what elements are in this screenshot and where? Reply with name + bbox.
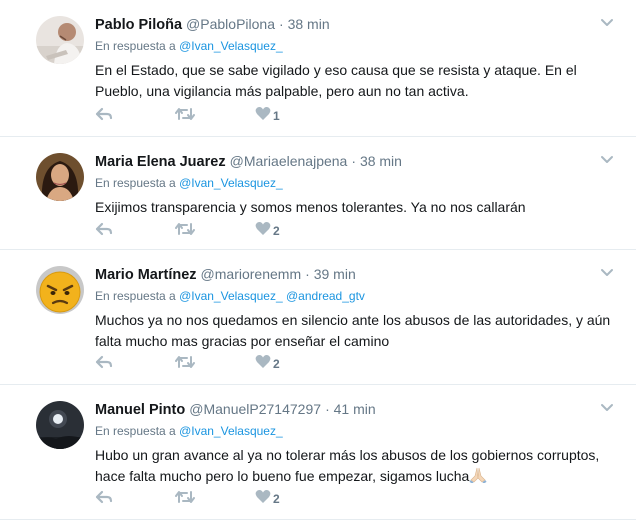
reply-prefix: En respuesta a — [95, 39, 176, 53]
tweet[interactable]: Manuel Pinto @ManuelP27147297 · 41 min E… — [0, 385, 636, 520]
author-name[interactable]: Pablo Piloña — [95, 17, 182, 33]
reply-context: En respuesta a @Ivan_Velasquez_ — [95, 423, 616, 439]
reply-icon — [95, 354, 113, 375]
retweet-button[interactable] — [175, 106, 201, 127]
like-count: 2 — [273, 224, 280, 238]
retweet-icon — [175, 221, 195, 242]
reply-button[interactable] — [95, 489, 121, 510]
tweet-text: Hubo un gran avance al ya no tolerar más… — [95, 445, 616, 487]
heart-icon — [255, 106, 271, 126]
author-handle[interactable]: @PabloPilona — [186, 16, 275, 32]
tweet-actions: 2 — [95, 221, 281, 241]
tweet[interactable]: Maria Elena Juarez @Mariaelenajpena · 38… — [0, 137, 636, 250]
reply-icon — [95, 221, 113, 242]
retweet-icon — [175, 489, 195, 510]
tweet-content: Mario Martínez @mariorenemm · 39 min En … — [95, 264, 616, 352]
like-count: 2 — [273, 492, 280, 506]
avatar[interactable] — [36, 266, 84, 314]
reply-prefix: En respuesta a — [95, 424, 176, 438]
tweet-text-body: Hubo un gran avance al ya no tolerar más… — [95, 447, 600, 484]
reply-prefix: En respuesta a — [95, 176, 176, 190]
chevron-down-icon[interactable] — [600, 153, 614, 167]
separator-dot: · — [305, 266, 314, 282]
like-button[interactable]: 1 — [255, 106, 281, 126]
like-button[interactable]: 2 — [255, 221, 281, 241]
tweet-text: Exijimos transparencia y somos menos tol… — [95, 199, 526, 215]
retweet-button[interactable] — [175, 354, 201, 375]
tweet[interactable]: Mario Martínez @mariorenemm · 39 min En … — [0, 250, 636, 385]
reply-button[interactable] — [95, 106, 121, 127]
tweet-text: Muchos ya no nos quedamos en silencio an… — [95, 312, 611, 349]
heart-icon — [255, 489, 271, 509]
tweet-header: Maria Elena Juarez @Mariaelenajpena · 38… — [95, 151, 616, 171]
tweet-header: Manuel Pinto @ManuelP27147297 · 41 min — [95, 399, 616, 419]
reply-prefix: En respuesta a — [95, 289, 176, 303]
author-handle[interactable]: @Mariaelenajpena — [230, 153, 348, 169]
retweet-button[interactable] — [175, 489, 201, 510]
reply-context: En respuesta a @Ivan_Velasquez_ — [95, 38, 616, 54]
author-handle[interactable]: @mariorenemm — [201, 266, 302, 282]
tweet-actions: 1 — [95, 106, 281, 126]
tweet-content: Pablo Piloña @PabloPilona · 38 min En re… — [95, 14, 616, 102]
like-count: 2 — [273, 357, 280, 371]
tweet-actions: 2 — [95, 489, 281, 509]
reply-mention[interactable]: @andread_gtv — [286, 289, 365, 303]
retweet-icon — [175, 106, 195, 127]
avatar[interactable] — [36, 401, 84, 449]
reply-mention[interactable]: @Ivan_Velasquez_ — [179, 176, 283, 190]
heart-icon — [255, 221, 271, 241]
chevron-down-icon[interactable] — [600, 16, 614, 30]
reply-button[interactable] — [95, 221, 121, 242]
chevron-down-icon[interactable] — [600, 266, 614, 280]
author-name[interactable]: Mario Martínez — [95, 267, 197, 283]
tweet[interactable]: Pablo Piloña @PabloPilona · 38 min En re… — [0, 0, 636, 137]
separator-dot: · — [279, 16, 288, 32]
avatar[interactable] — [36, 16, 84, 64]
avatar[interactable] — [36, 153, 84, 201]
reply-mention[interactable]: @Ivan_Velasquez_ — [179, 39, 283, 53]
reply-icon — [95, 489, 113, 510]
like-button[interactable]: 2 — [255, 354, 281, 374]
tweet-timestamp[interactable]: 39 min — [314, 266, 356, 282]
reply-button[interactable] — [95, 354, 121, 375]
retweet-icon — [175, 354, 195, 375]
tweet-text: En el Estado, que se sabe vigilado y eso… — [95, 62, 577, 99]
author-name[interactable]: Maria Elena Juarez — [95, 154, 226, 170]
reply-mention[interactable]: @Ivan_Velasquez_ — [179, 424, 283, 438]
tweet-actions: 2 — [95, 354, 281, 374]
separator-dot: · — [325, 401, 334, 417]
reply-context: En respuesta a @Ivan_Velasquez_ @andread… — [95, 288, 616, 304]
author-name[interactable]: Manuel Pinto — [95, 402, 185, 418]
reply-context: En respuesta a @Ivan_Velasquez_ — [95, 175, 616, 191]
tweet-header: Mario Martínez @mariorenemm · 39 min — [95, 264, 616, 284]
chevron-down-icon[interactable] — [600, 401, 614, 415]
like-count: 1 — [273, 109, 280, 123]
tweet-header: Pablo Piloña @PabloPilona · 38 min — [95, 14, 616, 34]
reply-timeline: Pablo Piloña @PabloPilona · 38 min En re… — [0, 0, 636, 520]
heart-icon — [255, 354, 271, 374]
tweet-content: Manuel Pinto @ManuelP27147297 · 41 min E… — [95, 399, 616, 487]
reply-icon — [95, 106, 113, 127]
retweet-button[interactable] — [175, 221, 201, 242]
separator-dot: · — [351, 153, 360, 169]
tweet-timestamp[interactable]: 41 min — [334, 401, 376, 417]
reply-mention[interactable]: @Ivan_Velasquez_ — [179, 289, 283, 303]
tweet-content: Maria Elena Juarez @Mariaelenajpena · 38… — [95, 151, 616, 218]
tweet-timestamp[interactable]: 38 min — [360, 153, 402, 169]
tweet-timestamp[interactable]: 38 min — [288, 16, 330, 32]
like-button[interactable]: 2 — [255, 489, 281, 509]
praying-hands-icon — [469, 467, 487, 484]
author-handle[interactable]: @ManuelP27147297 — [189, 401, 321, 417]
